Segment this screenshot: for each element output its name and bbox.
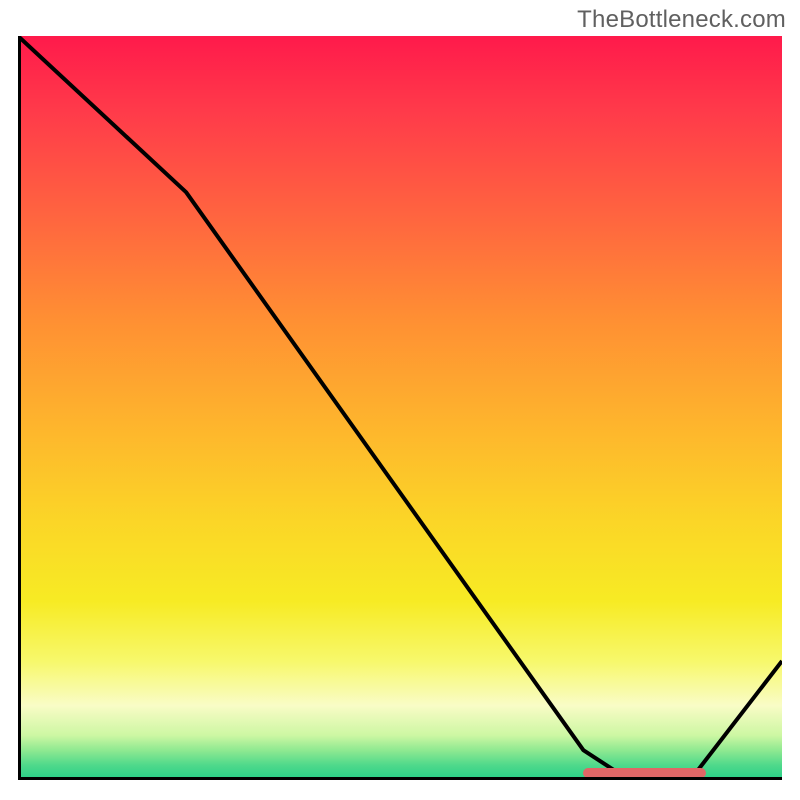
chart-area	[18, 36, 782, 780]
optimum-band	[583, 768, 705, 778]
attribution-text: TheBottleneck.com	[577, 6, 786, 34]
bottleneck-curve	[18, 36, 782, 780]
page-root: TheBottleneck.com	[0, 0, 800, 800]
curve-layer	[18, 36, 782, 780]
